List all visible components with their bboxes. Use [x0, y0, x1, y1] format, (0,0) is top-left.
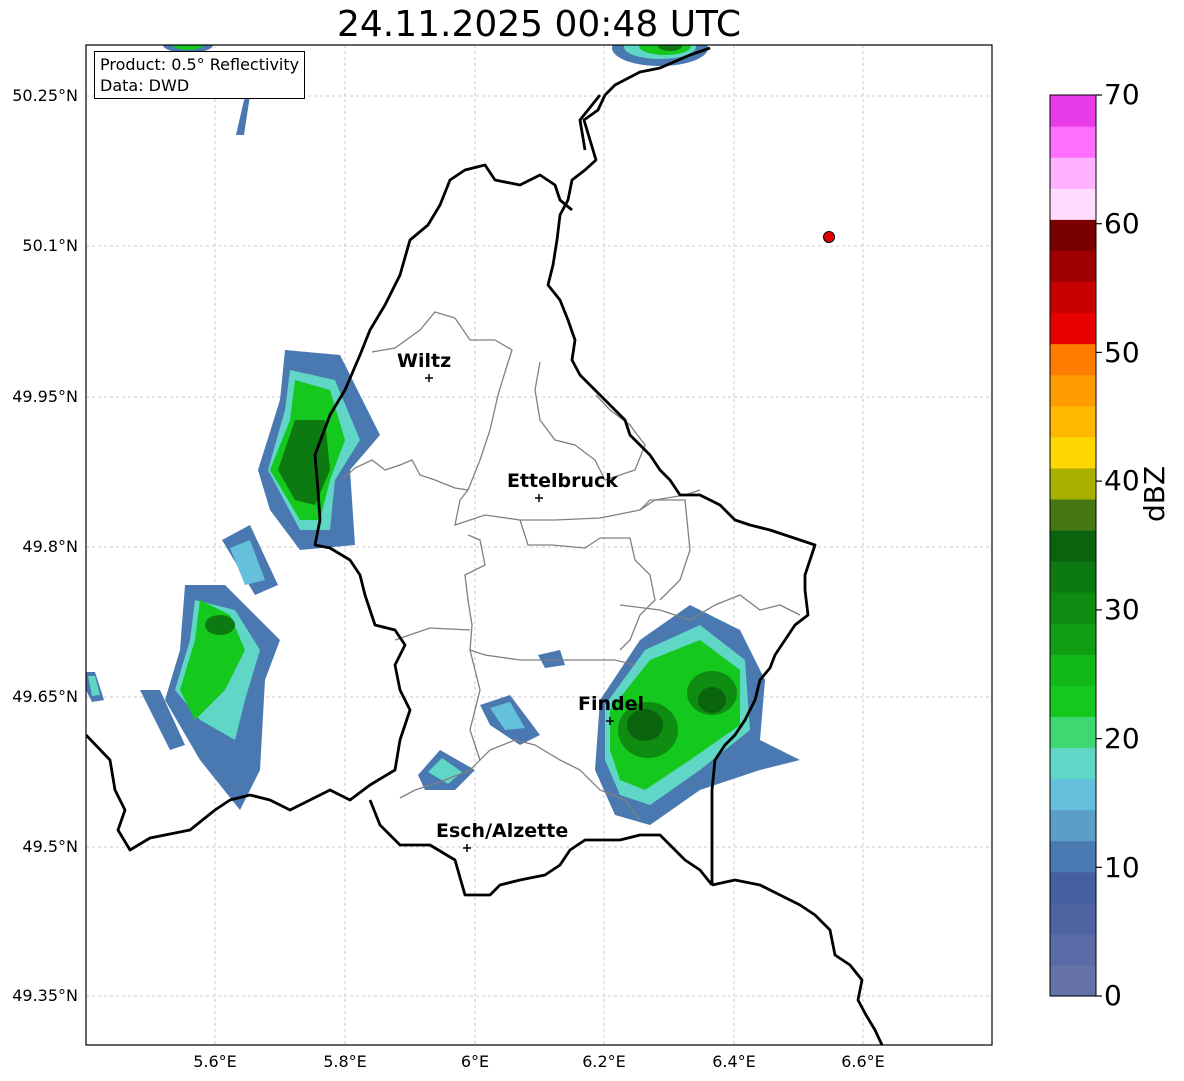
colorbar-tick-20: 20: [1104, 722, 1140, 755]
colorbar-tick-60: 60: [1104, 207, 1140, 240]
colorbar-swatch: [1050, 467, 1096, 500]
colorbar-tick-30: 30: [1104, 593, 1140, 626]
colorbar: [1049, 94, 1102, 997]
colorbar-swatch: [1050, 716, 1096, 749]
lon-label-6-6: 6.6°E: [841, 1052, 885, 1071]
colorbar-tick-70: 70: [1104, 78, 1140, 111]
colorbar-unit-label: dBZ: [1138, 465, 1171, 522]
colorbar-swatch: [1050, 374, 1096, 407]
radar-site-marker: [823, 231, 835, 243]
colorbar-swatch: [1050, 592, 1096, 624]
colorbar-swatch: [1050, 933, 1096, 966]
colorbar-swatch: [1050, 498, 1096, 531]
colorbar-swatch: [1050, 281, 1096, 314]
colorbar-tick-0: 0: [1104, 979, 1122, 1012]
lat-label-49-8: 49.8°N: [22, 537, 78, 556]
colorbar-tick-40: 40: [1104, 464, 1140, 497]
lat-label-50-1: 50.1°N: [22, 236, 78, 255]
info-box: Product: 0.5° Reflectivity Data: DWD: [94, 51, 306, 99]
colorbar-swatch: [1050, 561, 1096, 593]
colorbar-swatch: [1050, 809, 1096, 842]
city-label-esch-alzette: Esch/Alzette: [436, 820, 569, 842]
colorbar-swatch: [1050, 219, 1096, 251]
colorbar-swatch: [1050, 405, 1096, 438]
radar-map[interactable]: [0, 0, 1184, 1081]
colorbar-swatch: [1050, 654, 1096, 686]
lon-label-6-2: 6.2°E: [582, 1052, 626, 1071]
colorbar-swatch: [1050, 343, 1096, 376]
colorbar-swatch: [1050, 529, 1096, 562]
colorbar-swatch: [1050, 312, 1096, 345]
colorbar-tick-10: 10: [1104, 851, 1140, 884]
colorbar-swatch: [1050, 157, 1096, 189]
colorbar-swatch: [1050, 250, 1096, 283]
lat-label-49-35: 49.35°N: [12, 986, 78, 1005]
lat-label-49-95: 49.95°N: [12, 387, 78, 406]
lon-label-5-6: 5.6°E: [193, 1052, 237, 1071]
city-label-findel: Findel: [578, 693, 645, 715]
colorbar-swatch: [1050, 623, 1096, 655]
colorbar-swatch: [1050, 871, 1096, 904]
colorbar-swatch: [1050, 95, 1096, 127]
colorbar-swatch: [1050, 964, 1096, 997]
lat-label-49-65: 49.65°N: [12, 687, 78, 706]
colorbar-tick-50: 50: [1104, 336, 1140, 369]
product-label: Product: 0.5° Reflectivity: [100, 55, 300, 74]
colorbar-swatch: [1050, 188, 1096, 220]
city-label-wiltz: Wiltz: [397, 350, 452, 372]
colorbar-swatch: [1050, 685, 1096, 717]
lon-label-6-4: 6.4°E: [712, 1052, 756, 1071]
colorbar-swatch: [1050, 436, 1096, 469]
lon-label-5-8: 5.8°E: [323, 1052, 367, 1071]
lon-label-6: 6°E: [460, 1052, 490, 1071]
city-label-ettelbruck: Ettelbruck: [507, 470, 618, 492]
colorbar-swatch: [1050, 778, 1096, 811]
lat-label-50-25: 50.25°N: [12, 86, 78, 105]
lat-label-49-5: 49.5°N: [22, 837, 78, 856]
colorbar-swatch: [1050, 840, 1096, 873]
colorbar-swatch: [1050, 902, 1096, 935]
data-source-label: Data: DWD: [100, 76, 190, 95]
colorbar-swatch: [1050, 126, 1096, 158]
colorbar-swatch: [1050, 747, 1096, 780]
